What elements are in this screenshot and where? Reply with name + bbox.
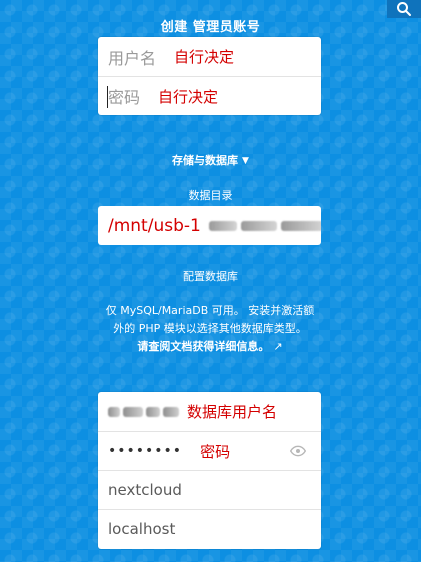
database-username-annotation: 数据库用户名 <box>187 403 278 421</box>
documentation-link-label: 请查阅文档获得详细信息。 <box>137 340 270 353</box>
storage-database-toggle[interactable]: 存储与数据库 ▼ <box>0 152 421 168</box>
database-password-field[interactable]: •••••••• 密码 <box>98 431 321 470</box>
configure-database-title: 配置数据库 <box>183 270 238 283</box>
username-placeholder: 用户名 <box>108 48 157 68</box>
data-directory-input[interactable]: /mnt/usb-1 <box>98 206 321 245</box>
data-directory-label: 数据目录 <box>188 189 233 202</box>
password-annotation: 自行决定 <box>158 87 219 106</box>
database-password-mask: •••••••• <box>108 443 183 459</box>
username-annotation: 自行决定 <box>174 48 235 66</box>
blurred-path-segment <box>208 220 321 231</box>
text-cursor <box>107 86 108 108</box>
blurred-database-username <box>108 406 179 417</box>
admin-fields: 用户名 自行决定 密码 自行决定 <box>98 37 321 115</box>
database-info-line2: 外的 PHP 模块以选择其他数据库类型。 <box>113 322 307 335</box>
database-info-line1: 仅 MySQL/MariaDB 可用。 安装并激活额 <box>105 304 315 317</box>
database-host-value: localhost <box>108 520 176 538</box>
database-info: 仅 MySQL/MariaDB 可用。 安装并激活额 外的 PHP 模块以选择其… <box>90 302 330 356</box>
database-fields: 数据库用户名 •••••••• 密码 nextcloud localhost <box>98 392 321 549</box>
database-password-annotation: 密码 <box>200 442 231 461</box>
eye-icon[interactable] <box>290 444 306 458</box>
admin-username-field[interactable]: 用户名 自行决定 <box>98 37 321 76</box>
database-name-field[interactable]: nextcloud <box>98 470 321 509</box>
admin-section-title: 创建 管理员账号 <box>160 20 261 35</box>
password-placeholder: 密码 <box>108 88 141 107</box>
storage-database-label: 存储与数据库 <box>172 154 239 167</box>
external-link-icon: ↗ <box>273 340 283 353</box>
data-directory-value: /mnt/usb-1 <box>108 215 201 236</box>
database-username-field[interactable]: 数据库用户名 <box>98 392 321 431</box>
chevron-down-icon: ▼ <box>242 156 249 166</box>
setup-form: 创建 管理员账号 用户名 自行决定 密码 自行决定 存储与数据库 ▼ 数据目录 /… <box>0 0 421 562</box>
database-host-field[interactable]: localhost <box>98 509 321 548</box>
admin-password-field[interactable]: 密码 自行决定 <box>98 76 321 115</box>
documentation-link[interactable]: 请查阅文档获得详细信息。 ↗ <box>90 338 330 356</box>
database-name-value: nextcloud <box>108 481 182 499</box>
